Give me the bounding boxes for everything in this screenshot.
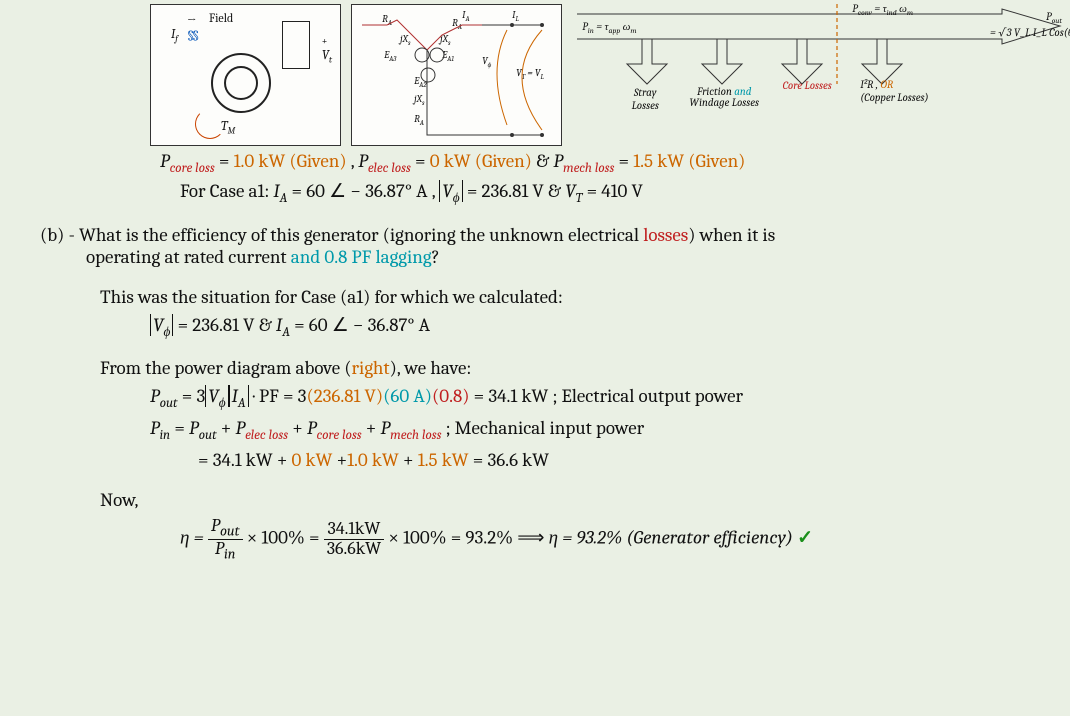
- calc-values: Vϕ = 236.81 V & IA = 60 ∠ − 36.87° A: [150, 314, 1070, 340]
- arrow-icon: →: [187, 13, 196, 27]
- coil-icon: §§: [187, 27, 197, 44]
- label-Tm: TM: [221, 119, 235, 137]
- label-Pconv: Pconv = τind ωm: [852, 2, 913, 17]
- label-friction: Friction and Windage Losses: [684, 86, 764, 108]
- from-diagram-line: From the power diagram above (right), we…: [100, 357, 1070, 379]
- diagrams-row: → Field If §§ +Vt TM RA IA IL RA jXs jXs…: [0, 0, 1070, 146]
- now-label: Now,: [100, 489, 1070, 511]
- circuit-lines-icon: [352, 5, 562, 145]
- question-b-line2: operating at rated current and 0.8 PF la…: [86, 246, 1070, 268]
- eq-eta: η = PoutPin × 100% = 34.1kW36.6kW × 100%…: [180, 517, 1070, 562]
- line-losses-given: Pcore loss = 1.0 kW (Given) , Pelec loss…: [160, 150, 1070, 176]
- shaft-circle: [224, 66, 258, 100]
- powerflow-svg-icon: [572, 4, 1062, 144]
- eq-Pin-numeric: = 34.1 kW + 0 kW +1.0 kW + 1.5 kW = 36.6…: [198, 449, 1070, 471]
- label-If: If: [171, 27, 178, 45]
- label-Pout: Pout: [1046, 10, 1062, 25]
- label-stray: Stray Losses: [620, 86, 670, 112]
- eq-Pout: Pout = 3VϕIA · PF = 3(236.81 V)(60 A)(0.…: [150, 385, 1070, 411]
- question-b-line1: (b) - What is the efficiency of this gen…: [40, 224, 1070, 246]
- diagram-field-machine: → Field If §§ +Vt TM: [150, 4, 341, 146]
- label-copper: I²R , OR(Copper Losses): [860, 78, 928, 104]
- diagram-equivalent-circuit: RA IA IL RA jXs jXs EA1 EA3 EA2 jXs RA V…: [351, 4, 562, 146]
- checkmark-icon: ✓: [797, 527, 813, 549]
- label-Vt: +Vt: [322, 33, 332, 66]
- label-field: Field: [209, 11, 233, 25]
- page-root: → Field If §§ +Vt TM RA IA IL RA jXs jXs…: [0, 0, 1070, 716]
- label-Pout-eq: = √3 V_L I_L Cos(θ): [990, 26, 1070, 39]
- label-Pin: Pin = τapp ωm: [582, 20, 636, 35]
- eq-Pin-symbolic: Pin = Pout + Pelec loss + Pcore loss + P…: [150, 417, 1070, 443]
- calc-intro: This was the situation for Case (a1) for…: [100, 286, 1070, 308]
- line-case-a1: For Case a1: IA = 60 ∠ − 36.87° A , Vϕ =…: [180, 180, 1070, 206]
- label-core: Core Losses: [782, 80, 832, 91]
- diagram-power-flow: Pconv = τind ωm Pout = √3 V_L I_L Cos(θ)…: [572, 4, 1060, 144]
- terminal-box: [282, 21, 310, 69]
